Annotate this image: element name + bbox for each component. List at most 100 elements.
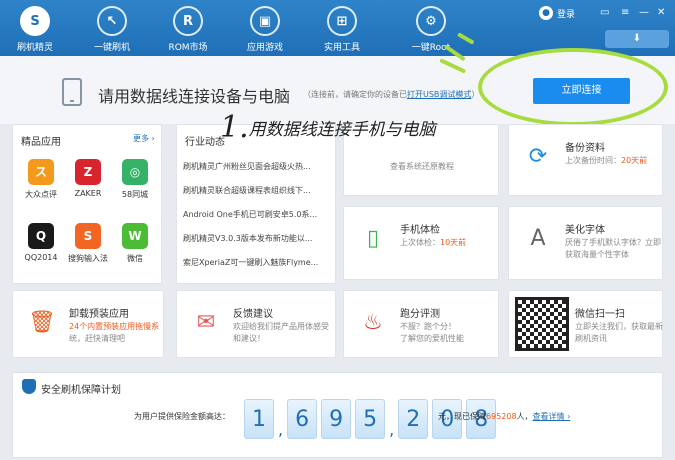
- connect-title: 请用数据线连接设备与电脑: [98, 87, 291, 106]
- tile-highlight: 20天前: [621, 156, 648, 165]
- tile-backup[interactable]: ⟳ 备份资料 上次备份时间：20天前: [508, 124, 663, 196]
- tile-sub: 24个内置预装应用拖慢系: [69, 322, 160, 331]
- app-58[interactable]: ◎ 58同城: [112, 159, 158, 200]
- nav-item-rom-market[interactable]: R ROM市场: [155, 6, 221, 53]
- dianping-icon: ス: [28, 159, 54, 185]
- wechat-icon: W: [122, 223, 148, 249]
- insurance-title: 安全刷机保障计划: [41, 385, 121, 396]
- tile-sub: 查看系统还原教程: [390, 162, 454, 171]
- insurance-panel: 安全刷机保障计划 为用户提供保险金额高达： 1 , 6 9 5 , 2 0 8 …: [12, 372, 663, 458]
- app-name: 大众点评: [25, 190, 57, 199]
- featured-apps-card: 精品应用 更多 › ス 大众点评 Z ZAKER ◎ 58同城 Q QQ2014…: [12, 124, 162, 284]
- tile-sub: 不服？跑个分！: [400, 322, 456, 331]
- insured-count: 695208: [486, 412, 517, 421]
- login-button[interactable]: ● 登录: [539, 6, 575, 20]
- usb-debug-link[interactable]: 打开USB调试模式: [407, 90, 471, 99]
- tile-title: 反馈建议: [233, 309, 273, 320]
- qr-code-icon: [515, 297, 569, 351]
- mail-icon: ✉: [196, 309, 216, 335]
- tile-sub: 厌倦了手机默认字体？立即: [565, 238, 661, 247]
- suffix-text: 人，: [516, 412, 533, 421]
- tile-title: 备份资料: [565, 143, 605, 154]
- tile-phone-checkup[interactable]: ▯ 手机体检 上次体检：10天前: [343, 206, 499, 280]
- counter-comma: ,: [389, 420, 395, 439]
- news-item[interactable]: 刷机精灵广州粉丝见面会超级火热...: [183, 161, 331, 172]
- zaker-icon: Z: [75, 159, 101, 185]
- apps-more-link[interactable]: 更多 ›: [133, 133, 155, 144]
- login-label: 登录: [557, 9, 576, 20]
- nav-item-one-click-root[interactable]: ⚙ 一键Root: [398, 6, 464, 53]
- connect-sub-prefix: （连接前，请确定你的设备已: [303, 90, 407, 99]
- tile-sub2: 和建议！: [233, 334, 265, 343]
- nav-item-tools[interactable]: ⊞ 实用工具: [309, 6, 375, 53]
- view-details-link[interactable]: 查看详情 ›: [533, 412, 571, 421]
- app-name: 58同城: [121, 190, 149, 199]
- trash-icon: 🗑: [28, 309, 56, 335]
- industry-news-card: 行业动态 刷机精灵广州粉丝见面会超级火热... 刷机精灵联合超级课程表组织线下.…: [176, 124, 336, 284]
- app-sogou[interactable]: S 搜狗输入法: [65, 223, 111, 264]
- grid-icon: ⊞: [327, 6, 357, 36]
- counter-digit: 2: [398, 399, 429, 439]
- tile-uninstall[interactable]: 🗑 卸载预装应用 24个内置预装应用拖慢系 统，赶快清理吧: [12, 290, 164, 358]
- app-name: 微信: [127, 254, 143, 263]
- tile-sub: 上次体检：10天前: [400, 237, 466, 248]
- cursor-icon: ↖: [97, 6, 127, 36]
- tile-wechat-scan[interactable]: 微信扫一扫 立即关注我们，获取最新 刷机资讯: [508, 290, 663, 358]
- nav-item-one-click-flash[interactable]: ↖ 一键刷机: [79, 6, 145, 53]
- nav-label: 刷机精灵: [16, 43, 53, 53]
- tile-sub: 欢迎给我们提产品用体感受: [233, 322, 329, 331]
- shield-check-icon: [22, 379, 36, 394]
- font-icon: A: [530, 225, 546, 251]
- instruction-overlay: 1.用数据线连接手机与电脑: [220, 110, 436, 145]
- app-dianping[interactable]: ス 大众点评: [18, 159, 64, 200]
- nav-label: ROM市场: [168, 43, 208, 53]
- tile-title: 跑分评测: [400, 309, 440, 320]
- app-zaker[interactable]: Z ZAKER: [65, 159, 111, 198]
- tile-title: 手机体检: [400, 225, 440, 236]
- tile-title: 美化字体: [565, 225, 605, 236]
- 58-icon: ◎: [122, 159, 148, 185]
- counter-digit: 6: [287, 399, 318, 439]
- nav-label: 一键刷机: [93, 43, 130, 53]
- app-name: QQ2014: [24, 253, 58, 262]
- news-item[interactable]: 索尼XperiaZ可一键刷入魅族Flyme...: [183, 257, 331, 268]
- news-item[interactable]: Android One手机已可刷安卓5.0系...: [183, 209, 331, 220]
- nav-item-shuajijingling[interactable]: S 刷机精灵: [2, 6, 68, 53]
- skin-icon[interactable]: ▭: [600, 7, 609, 18]
- app-qq[interactable]: Q QQ2014: [18, 223, 64, 262]
- tile-benchmark[interactable]: ♨ 跑分评测 不服？跑个分！ 了解您的爱机性能: [343, 290, 499, 358]
- phone-icon: [62, 78, 82, 106]
- news-item[interactable]: 刷机精灵联合超级课程表组织线下...: [183, 185, 331, 196]
- nav-item-apps-games[interactable]: ▣ 应用游戏: [232, 6, 298, 53]
- news-item[interactable]: 刷机精灵V3.0.3版本发布新功能以...: [183, 233, 331, 244]
- shield-icon: S: [20, 6, 50, 36]
- apps-title: 精品应用: [21, 137, 61, 148]
- minimize-icon[interactable]: —: [639, 7, 649, 18]
- step-number: 1.: [220, 110, 249, 145]
- step-text: 用数据线连接手机与电脑: [248, 120, 436, 140]
- nav-label: 实用工具: [323, 43, 360, 53]
- tile-feedback[interactable]: ✉ 反馈建议 欢迎给我们提产品用体感受 和建议！: [176, 290, 336, 358]
- tile-highlight: 10天前: [440, 238, 467, 247]
- download-button[interactable]: ⬇: [605, 30, 669, 48]
- tile-sub2: 获取海量个性字体: [565, 250, 629, 259]
- tile-sub2: 了解您的爱机性能: [400, 334, 464, 343]
- connect-subtitle: （连接前，请确定你的设备已打开USB调试模式）: [303, 89, 479, 100]
- connect-now-button[interactable]: 立即连接: [533, 78, 630, 104]
- menu-icon[interactable]: ≡: [621, 7, 629, 18]
- news-title: 行业动态: [185, 137, 225, 148]
- counter-digit: 9: [321, 399, 352, 439]
- root-icon: ⚙: [416, 6, 446, 36]
- tile-fonts[interactable]: A 美化字体 厌倦了手机默认字体？立即 获取海量个性字体: [508, 206, 663, 280]
- download-icon: ⬇: [632, 33, 642, 44]
- counter-digit: 5: [355, 399, 386, 439]
- tile-sub: 上次备份时间：20天前: [565, 155, 647, 166]
- app-name: ZAKER: [74, 189, 102, 198]
- bag-icon: ▣: [250, 6, 280, 36]
- user-avatar-icon: ●: [539, 6, 553, 20]
- qq-icon: Q: [28, 223, 54, 249]
- phone-check-icon: ▯: [366, 225, 380, 251]
- sync-icon: ⟳: [528, 143, 548, 169]
- app-wechat[interactable]: W 微信: [112, 223, 158, 264]
- close-icon[interactable]: ✕: [657, 7, 665, 18]
